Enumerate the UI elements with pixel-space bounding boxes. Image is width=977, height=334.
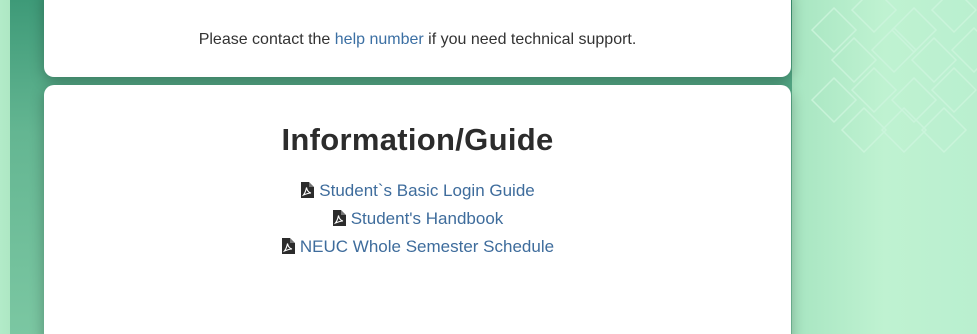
semester-schedule-link[interactable]: NEUC Whole Semester Schedule	[44, 233, 791, 261]
student-handbook-label[interactable]: Student's Handbook	[351, 209, 504, 228]
login-guide-link[interactable]: Student`s Basic Login Guide	[44, 177, 791, 205]
information-guide-title: Information/Guide	[281, 122, 554, 157]
semester-schedule-label[interactable]: NEUC Whole Semester Schedule	[300, 237, 554, 256]
guide-links-list: Student`s Basic Login Guide Student's Ha…	[44, 177, 791, 261]
information-guide-card: Information/Guide Student`s Basic Login …	[44, 85, 791, 334]
pdf-file-icon	[332, 210, 346, 226]
background-right-pattern	[792, 0, 977, 334]
support-prefix: Please contact the	[198, 31, 335, 48]
pdf-file-icon	[281, 238, 295, 254]
student-handbook-link[interactable]: Student's Handbook	[44, 205, 791, 233]
support-card: Please contact the help number if you ne…	[44, 0, 791, 77]
support-suffix: if you need technical support.	[423, 31, 637, 48]
pdf-file-icon	[301, 182, 315, 198]
diamond-pattern	[810, 0, 977, 154]
login-guide-label[interactable]: Student`s Basic Login Guide	[319, 181, 534, 200]
help-number-link[interactable]: help number	[335, 31, 424, 48]
support-message: Please contact the help number if you ne…	[44, 31, 791, 49]
